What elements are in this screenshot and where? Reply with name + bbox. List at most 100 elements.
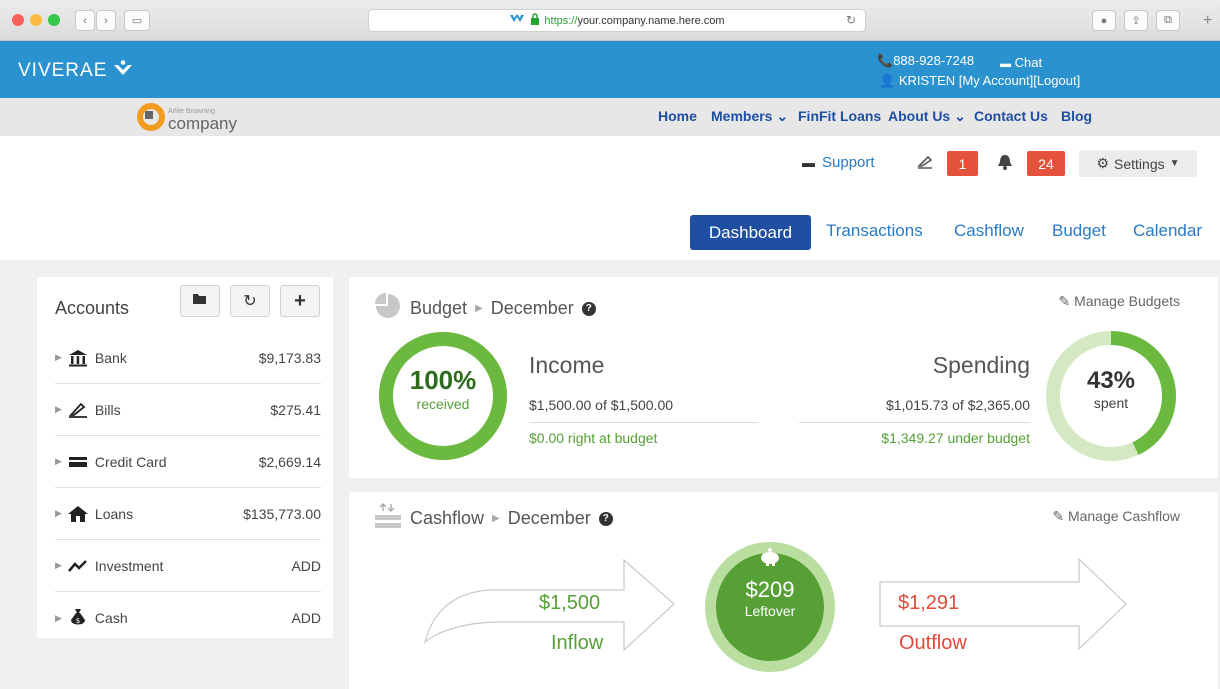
- logout-link[interactable]: [Logout]: [1033, 73, 1080, 88]
- bank-icon: [66, 349, 90, 367]
- trend-icon: [66, 559, 90, 573]
- svg-text:$: $: [76, 617, 80, 625]
- manage-cashflow-label: Manage Cashflow: [1067, 508, 1180, 524]
- nav-home[interactable]: Home: [658, 108, 697, 124]
- add-account-button[interactable]: +: [280, 285, 320, 317]
- account-row-bills[interactable]: ▶ Bills $275.41: [55, 384, 321, 436]
- expand-icon: ▶: [55, 612, 62, 623]
- sidebar-toggle-button[interactable]: ▭: [124, 10, 150, 31]
- plus-icon: +: [294, 289, 306, 312]
- tab-calendar[interactable]: Calendar: [1133, 221, 1202, 241]
- account-row-credit-card[interactable]: ▶ Credit Card $2,669.14: [55, 436, 321, 488]
- manage-cashflow-link[interactable]: ✎ Manage Cashflow: [1052, 508, 1180, 525]
- income-percent-block: 100% received: [377, 365, 509, 412]
- tab-cashflow[interactable]: Cashflow: [954, 221, 1024, 241]
- new-tab-icon[interactable]: +: [1203, 12, 1212, 30]
- inflow-amount: $1,500: [539, 592, 601, 614]
- notifications-count-badge[interactable]: 24: [1027, 151, 1065, 176]
- back-button[interactable]: ‹: [75, 10, 95, 31]
- phone-link[interactable]: 📞888-928-7248: [877, 53, 974, 69]
- chevron-left-icon: ‹: [83, 14, 87, 27]
- messages-count-badge[interactable]: 1: [947, 151, 978, 176]
- inflow-label: Inflow: [551, 632, 604, 654]
- tab-dashboard[interactable]: Dashboard: [690, 215, 811, 250]
- tab-budget[interactable]: Budget: [1052, 221, 1106, 241]
- reload-icon[interactable]: ↻: [846, 13, 856, 27]
- cashflow-panel: Cashflow ▶ December ? ✎ Manage Cashflow …: [349, 492, 1218, 689]
- chat-link[interactable]: ▬ Chat: [1000, 55, 1042, 70]
- nav-finfit-loans[interactable]: FinFit Loans: [798, 108, 881, 124]
- viverae-logo[interactable]: VIVERAE: [18, 60, 133, 82]
- minimize-window-button[interactable]: [30, 14, 42, 26]
- caret-down-icon: ▼: [1169, 158, 1180, 169]
- spending-percent-block: 43% spent: [1044, 367, 1178, 411]
- manage-budgets-link[interactable]: ✎ Manage Budgets: [1059, 293, 1180, 310]
- account-value: $9,173.83: [258, 349, 321, 366]
- pencil-icon: ✎: [1058, 293, 1071, 309]
- help-icon[interactable]: ?: [581, 301, 596, 316]
- account-value: $275.41: [270, 401, 321, 418]
- refresh-button[interactable]: ↻: [230, 285, 270, 317]
- nav-blog[interactable]: Blog: [1061, 108, 1092, 124]
- account-label: Credit Card: [94, 453, 167, 470]
- income-divider: [529, 422, 759, 423]
- breadcrumb-separator: ▶: [475, 303, 483, 314]
- spending-amount: $1,015.73 of $2,365.00: [885, 397, 1030, 413]
- account-label: Investment: [94, 557, 164, 574]
- help-icon[interactable]: ?: [598, 511, 613, 526]
- account-row-loans[interactable]: ▶ Loans $135,773.00: [55, 488, 321, 540]
- account-value[interactable]: ADD: [291, 558, 321, 574]
- support-link[interactable]: ▬ Support: [802, 154, 875, 171]
- leftover-block: $209 Leftover: [704, 577, 836, 619]
- budget-header: Budget ▶ December ?: [374, 292, 596, 325]
- company-logo[interactable]: Arlite Browning company: [137, 103, 237, 136]
- close-window-button[interactable]: [12, 14, 24, 26]
- cashflow-month: December: [507, 508, 591, 528]
- nav-about-us[interactable]: About Us ⌄: [888, 108, 966, 125]
- expand-icon: ▶: [55, 404, 62, 414]
- messages-icon[interactable]: [916, 153, 934, 176]
- nav-members[interactable]: Members ⌄: [711, 108, 788, 125]
- tabs-button[interactable]: ⧉: [1156, 10, 1180, 31]
- address-bar[interactable]: https://your.company.name.here.com: [368, 9, 866, 32]
- account-row-bank[interactable]: ▶ Bank $9,173.83: [55, 332, 321, 384]
- open-folder-button[interactable]: [180, 285, 220, 317]
- account-value[interactable]: ADD: [291, 610, 321, 626]
- income-label: Income: [529, 352, 605, 378]
- account-value: $135,773.00: [243, 505, 321, 522]
- brand-name: VIVERAE: [18, 60, 108, 81]
- share-icon: ⇪: [1131, 15, 1141, 27]
- forward-button[interactable]: ›: [96, 10, 116, 31]
- bell-icon[interactable]: [997, 153, 1013, 176]
- download-button[interactable]: ●: [1092, 10, 1116, 31]
- pencil-icon: ✎: [1052, 508, 1065, 524]
- outflow-amount: $1,291: [898, 592, 960, 614]
- settings-dropdown[interactable]: ⚙ Settings ▼: [1079, 150, 1197, 177]
- user-name: KRISTEN: [898, 73, 956, 88]
- browser-toolbar: ‹ › ▭ https://your.company.name.here.com…: [0, 0, 1220, 41]
- phone-icon: 📞: [877, 53, 894, 68]
- account-row-cash[interactable]: ▶ $ Cash ADD: [55, 592, 321, 644]
- url-host: your.company.name.here.com: [577, 14, 725, 27]
- download-icon: ●: [1100, 14, 1108, 27]
- site-header: VIVERAE 📞888-928-7248 ▬ Chat 👤 KRISTEN […: [0, 41, 1220, 98]
- share-button[interactable]: ⇪: [1124, 10, 1148, 31]
- account-label: Cash: [94, 610, 128, 626]
- money-bag-icon: $: [66, 608, 90, 628]
- company-name: company: [168, 113, 237, 133]
- bills-icon: [66, 401, 90, 419]
- support-icon: ▬: [802, 155, 815, 170]
- tab-transactions[interactable]: Transactions: [826, 221, 923, 241]
- expand-icon: ▶: [55, 352, 62, 362]
- credit-card-icon: [66, 455, 90, 469]
- nav-contact-us[interactable]: Contact Us: [974, 108, 1048, 124]
- account-label: Loans: [94, 505, 134, 522]
- tabs-icon: ⧉: [1164, 14, 1172, 26]
- my-account-link[interactable]: [My Account]: [959, 73, 1033, 88]
- maximize-window-button[interactable]: [48, 14, 60, 26]
- account-row-investment[interactable]: ▶ Investment ADD: [55, 540, 321, 592]
- piggy-bank-icon: [758, 547, 782, 572]
- cashflow-header: Cashflow ▶ December ?: [374, 502, 613, 535]
- lock-icon: [530, 13, 540, 28]
- income-percent: 100%: [409, 365, 477, 395]
